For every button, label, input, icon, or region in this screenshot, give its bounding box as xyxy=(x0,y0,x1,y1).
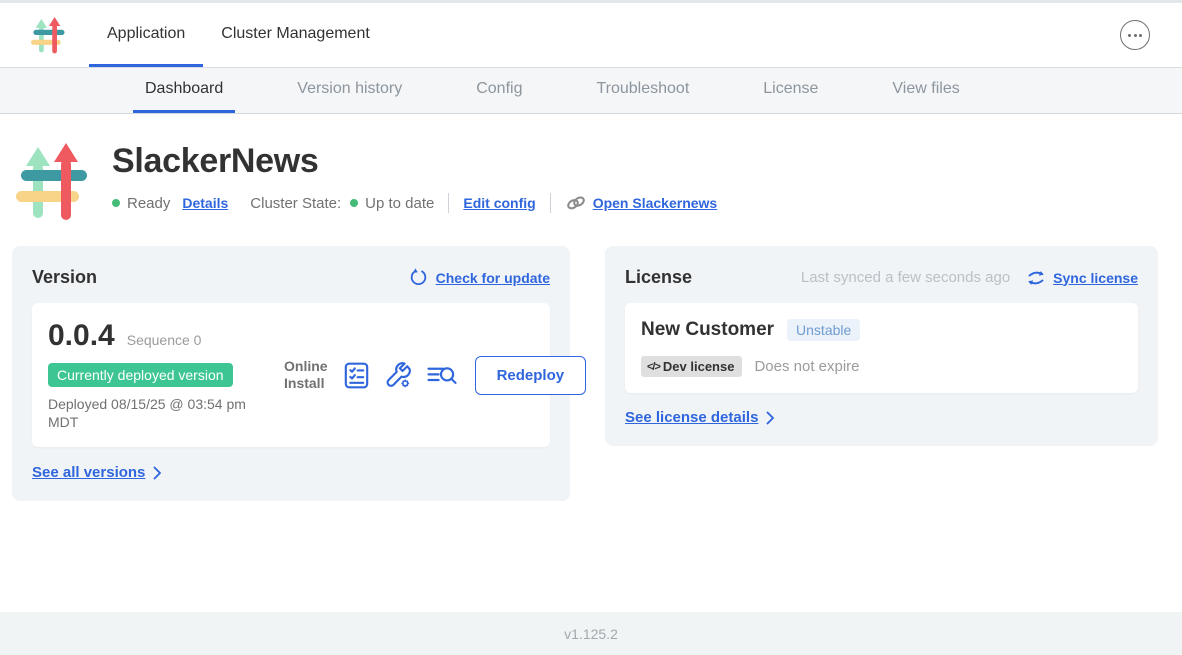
tab-application[interactable]: Application xyxy=(89,3,203,67)
check-for-update-label: Check for update xyxy=(436,270,550,286)
redeploy-button[interactable]: Redeploy xyxy=(475,356,587,395)
console-version: v1.125.2 xyxy=(564,626,618,642)
cluster-state: Cluster State: Up to date xyxy=(250,195,434,212)
sequence-label: Sequence 0 xyxy=(127,332,202,348)
version-card-title: Version xyxy=(32,267,97,288)
app-footer: v1.125.2 xyxy=(0,612,1182,655)
app-subnav: Dashboard Version history Config Trouble… xyxy=(0,68,1182,114)
tab-cluster-management-label: Cluster Management xyxy=(221,25,370,43)
tab-dashboard[interactable]: Dashboard xyxy=(133,68,235,113)
tab-license[interactable]: License xyxy=(751,68,830,113)
app-status-label: Ready xyxy=(127,195,170,212)
sync-license-label: Sync license xyxy=(1053,270,1138,286)
cluster-state-dot xyxy=(350,199,358,207)
open-app-link[interactable]: Open Slackernews xyxy=(565,195,718,211)
slackernews-logo-icon xyxy=(31,16,65,54)
status-bar: Ready Details Cluster State: Up to date … xyxy=(112,193,717,213)
tab-application-label: Application xyxy=(107,25,185,43)
tab-config[interactable]: Config xyxy=(464,68,534,113)
customer-name: New Customer xyxy=(641,319,774,341)
version-card: Version Check for update 0.0.4 Sequence … xyxy=(12,246,570,501)
channel-badge: Unstable xyxy=(787,319,860,341)
refresh-icon xyxy=(409,268,428,287)
ellipsis-icon xyxy=(1128,34,1131,37)
current-version-panel: 0.0.4 Sequence 0 Currently deployed vers… xyxy=(32,303,550,447)
license-card: License Last synced a few seconds ago Sy… xyxy=(605,246,1158,446)
view-logs-icon[interactable] xyxy=(427,362,457,389)
chain-link-icon xyxy=(565,195,587,211)
last-synced-label: Last synced a few seconds ago xyxy=(801,269,1010,286)
see-all-versions-label: See all versions xyxy=(32,464,145,481)
sync-license-link[interactable]: Sync license xyxy=(1026,269,1138,287)
cluster-state-label: Cluster State: xyxy=(250,195,341,212)
license-card-title: License xyxy=(625,267,692,288)
page-title: SlackerNews xyxy=(112,142,717,181)
config-wrench-gear-icon[interactable] xyxy=(385,362,412,389)
see-all-versions-link[interactable]: See all versions xyxy=(32,464,550,481)
chevron-right-icon xyxy=(766,411,775,425)
tab-troubleshoot[interactable]: Troubleshoot xyxy=(584,68,701,113)
divider xyxy=(550,193,551,213)
deployed-timestamp: Deployed 08/15/25 @ 03:54 pm MDT xyxy=(48,396,273,431)
see-license-details-label: See license details xyxy=(625,409,758,426)
license-type-label: Dev license xyxy=(663,359,735,374)
license-summary-panel: New Customer Unstable </> Dev license Do… xyxy=(625,303,1138,393)
tab-cluster-management[interactable]: Cluster Management xyxy=(203,3,388,67)
cluster-state-value: Up to date xyxy=(365,195,434,212)
details-link[interactable]: Details xyxy=(182,195,228,211)
code-icon: </> xyxy=(647,361,660,373)
preflight-checks-icon[interactable] xyxy=(343,362,370,389)
sync-icon xyxy=(1026,269,1046,287)
install-type-label: Online Install xyxy=(284,358,328,392)
tab-view-files[interactable]: View files xyxy=(880,68,971,113)
edit-config-link[interactable]: Edit config xyxy=(463,195,535,211)
app-hero: SlackerNews Ready Details Cluster State:… xyxy=(0,114,1182,222)
open-app-label: Open Slackernews xyxy=(593,195,718,211)
license-expiry: Does not expire xyxy=(754,358,859,375)
check-for-update[interactable]: Check for update xyxy=(409,268,550,287)
tab-version-history[interactable]: Version history xyxy=(285,68,414,113)
see-license-details-link[interactable]: See license details xyxy=(625,409,1138,426)
version-number: 0.0.4 xyxy=(48,319,115,353)
chevron-right-icon xyxy=(153,466,162,480)
app-logo-icon xyxy=(16,140,88,222)
top-nav: Application Cluster Management xyxy=(89,3,388,67)
app-header: Application Cluster Management xyxy=(0,3,1182,68)
more-options-button[interactable] xyxy=(1120,20,1150,50)
deployed-status-badge: Currently deployed version xyxy=(48,363,233,387)
divider xyxy=(448,193,449,213)
license-type-badge: </> Dev license xyxy=(641,356,742,377)
app-status-dot xyxy=(112,199,120,207)
dashboard-cards: Version Check for update 0.0.4 Sequence … xyxy=(0,222,1182,501)
